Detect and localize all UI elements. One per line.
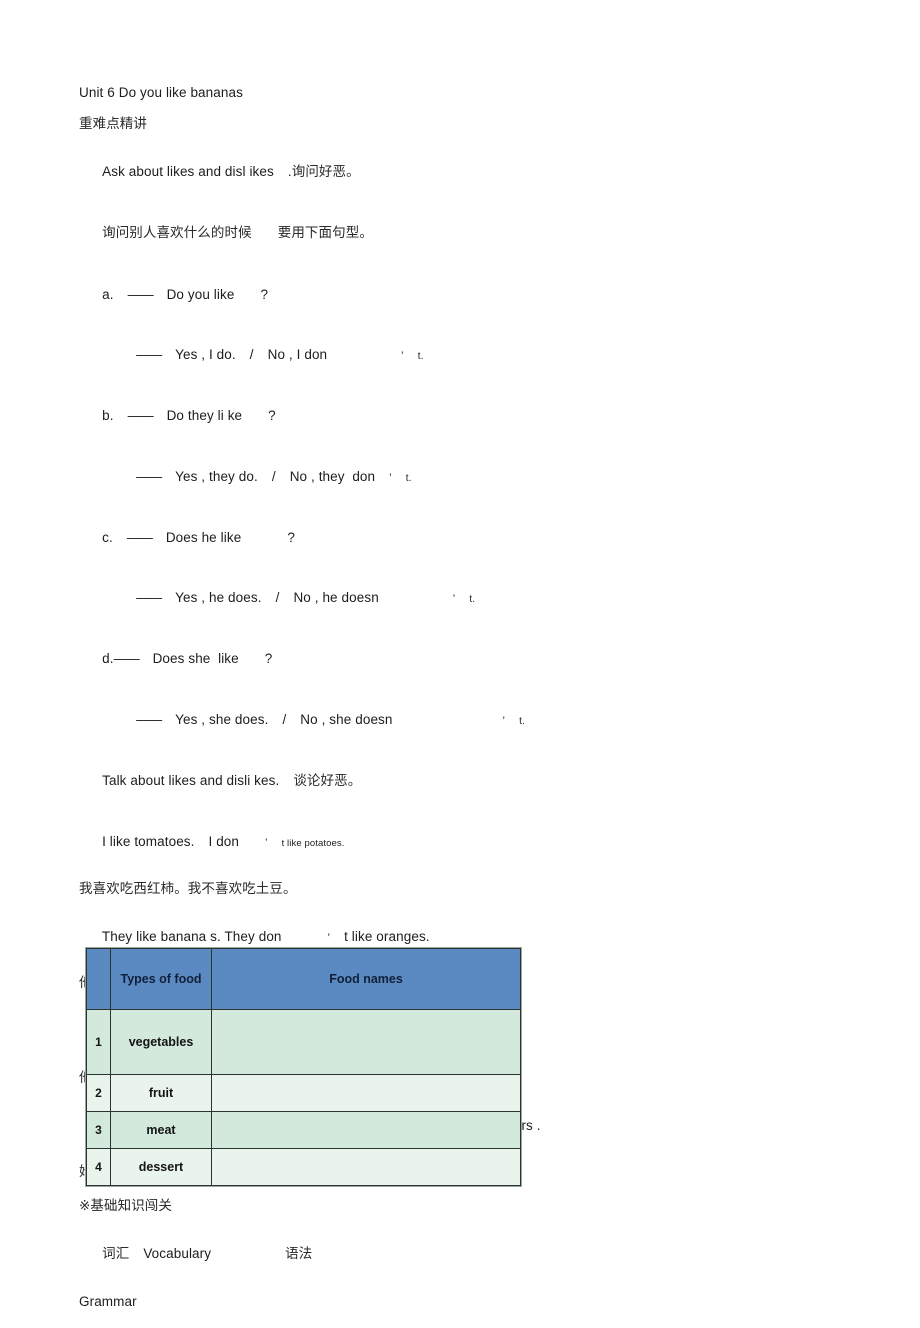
answer-slash-d: / — [282, 711, 287, 727]
row-type-1: vegetables — [110, 1009, 212, 1075]
pattern-answer-b: —— Yes , they do. / No , they don ’ t. — [79, 456, 839, 497]
grammar-label-en: Grammar — [79, 1293, 137, 1309]
column-header-food-names: Food names — [211, 948, 521, 1010]
ask-note-part2: 要用下面句型。 — [277, 225, 373, 241]
answer-slash-a: / — [249, 347, 254, 362]
pattern-answer-d: —— Yes , she does. / No , she doesn ’ t. — [79, 699, 839, 740]
basics-marker: ※基础知识闯关 — [79, 1197, 173, 1214]
pattern-question-b: b. —— Do they li ke? — [79, 396, 839, 437]
page-subtitle: 重难点精讲 — [79, 115, 147, 132]
grammar-label-cn: 语法 — [285, 1245, 313, 1262]
row-index-2: 2 — [86, 1074, 111, 1112]
pattern-question-c: c. —— Does he like? — [79, 517, 839, 558]
pattern-question-a: a. —— Do you like? — [79, 274, 839, 315]
pattern-dash-a: —— — [127, 286, 154, 302]
answer-tail-c: t. — [469, 594, 476, 605]
answer-slash-c: / — [275, 590, 280, 605]
answer-apostrophe-c: ’ — [452, 593, 456, 605]
answer-positive-d: Yes , she does. — [175, 711, 269, 727]
answer-negative-a: No , I don — [267, 347, 328, 362]
document-page: Unit 6 Do you like bananas 重难点精讲 Ask abo… — [0, 0, 920, 1308]
pattern-qmark-c: ? — [287, 529, 295, 545]
pattern-qmark-a: ? — [260, 286, 269, 302]
answer-slash-b: / — [271, 468, 276, 484]
talk-heading-en: Talk about likes and disli kes. — [102, 772, 280, 788]
answer-positive-a: Yes , I do. — [175, 347, 236, 362]
example-1-part-b: I don — [208, 834, 240, 849]
table-row[interactable]: 2 fruit — [86, 1074, 521, 1112]
talk-section-heading: Talk about likes and disli kes. 谈论好恶。 — [79, 760, 839, 802]
example-2-part-c: t like oranges. — [344, 928, 430, 944]
pattern-dash-c: —— — [126, 529, 153, 545]
food-table-container: Types of food Food names 1 vegetables 2 … — [86, 948, 521, 1186]
ask-heading-cn: 询问好恶。 — [291, 163, 360, 180]
column-header-types-of-food: Types of food — [110, 948, 212, 1010]
answer-negative-b: No , they don — [289, 468, 376, 484]
row-names-2[interactable] — [211, 1074, 521, 1112]
row-type-2: fruit — [110, 1074, 212, 1112]
answer-positive-c: Yes , he does. — [175, 590, 262, 605]
table-header-row: Types of food Food names — [86, 948, 521, 1010]
pattern-qmark-b: ? — [268, 408, 276, 423]
vocabulary-label-cn: 词汇 — [102, 1245, 130, 1262]
pattern-label-b: b. — [102, 408, 114, 423]
pattern-text-b: Do they li ke — [166, 408, 243, 423]
example-sentence-1: I like tomatoes. I don ’ t like potatoes. — [79, 822, 839, 863]
pattern-text-d: Does she like — [152, 651, 239, 666]
example-2-part-a: They like banana s. They don — [101, 928, 282, 944]
example-1-apostrophe: ’ — [265, 837, 268, 849]
row-type-3: meat — [110, 1111, 212, 1149]
answer-apostrophe-d: ’ — [502, 714, 506, 727]
example-1-part-a: I like tomatoes. — [102, 834, 195, 849]
food-table-header: Types of food Food names — [86, 948, 521, 1010]
food-table-body: 1 vegetables 2 fruit 3 meat 4 dessert — [86, 1009, 521, 1186]
pattern-answer-a: —— Yes , I do. / No , I don ’ t. — [79, 335, 839, 376]
table-row[interactable]: 3 meat — [86, 1111, 521, 1149]
column-header-index — [86, 948, 111, 1010]
ask-heading-en: Ask about likes and disl ikes — [102, 163, 274, 179]
pattern-dash-b: —— — [127, 408, 154, 423]
pattern-text-c: Does he like — [165, 529, 242, 545]
pattern-label-c: c. — [102, 529, 113, 545]
answer-dash-d: —— — [136, 711, 162, 727]
row-index-4: 4 — [86, 1148, 111, 1186]
answer-tail-b: t. — [405, 472, 412, 484]
row-names-1[interactable] — [211, 1009, 521, 1075]
row-names-4[interactable] — [211, 1148, 521, 1186]
vocabulary-label-en: Vocabulary — [143, 1245, 212, 1261]
row-names-3[interactable] — [211, 1111, 521, 1149]
pattern-dash-d: —— — [113, 651, 140, 666]
pattern-text-a: Do you like — [166, 286, 235, 302]
row-index-1: 1 — [86, 1009, 111, 1075]
answer-positive-b: Yes , they do. — [175, 468, 258, 484]
ask-section-note: 询问别人喜欢什么的时候 要用下面句型。 — [79, 213, 839, 255]
page-title: Unit 6 Do you like bananas — [79, 85, 243, 100]
ask-note-part1: 询问别人喜欢什么的时候 — [102, 225, 252, 241]
pattern-answer-c: —— Yes , he does. / No , he doesn ’ t. — [79, 578, 839, 619]
answer-dash-c: —— — [136, 590, 162, 605]
pattern-label-a: a. — [102, 286, 114, 302]
answer-apostrophe-a: ’ — [401, 350, 404, 362]
vocabulary-grammar-line: 词汇 Vocabulary 语法 — [79, 1233, 839, 1275]
pattern-question-d: d.—— Does she like? — [79, 639, 839, 680]
answer-negative-d: No , she doesn — [300, 711, 393, 727]
pattern-qmark-d: ? — [264, 651, 273, 666]
example-2-apostrophe: ’ — [327, 931, 331, 944]
talk-heading-cn: 谈论好恶。 — [293, 772, 362, 789]
answer-apostrophe-b: ’ — [389, 471, 392, 484]
row-type-4: dessert — [110, 1148, 212, 1186]
answer-tail-a: t. — [417, 351, 424, 362]
ask-section-heading: Ask about likes and disl ikes .询问好恶。 — [79, 151, 839, 193]
table-row[interactable]: 1 vegetables — [86, 1009, 521, 1075]
food-table: Types of food Food names 1 vegetables 2 … — [86, 948, 521, 1186]
answer-dash-a: —— — [136, 347, 162, 362]
pattern-label-d: d. — [102, 651, 114, 666]
answer-tail-d: t. — [519, 715, 525, 727]
table-row[interactable]: 4 dessert — [86, 1148, 521, 1186]
example-translation-1: 我喜欢吃西红柿。我不喜欢吃土豆。 — [79, 880, 297, 897]
row-index-3: 3 — [86, 1111, 111, 1149]
answer-negative-c: No , he doesn — [293, 590, 379, 605]
answer-dash-b: —— — [136, 468, 162, 484]
example-1-part-c: t like potatoes. — [281, 838, 345, 849]
